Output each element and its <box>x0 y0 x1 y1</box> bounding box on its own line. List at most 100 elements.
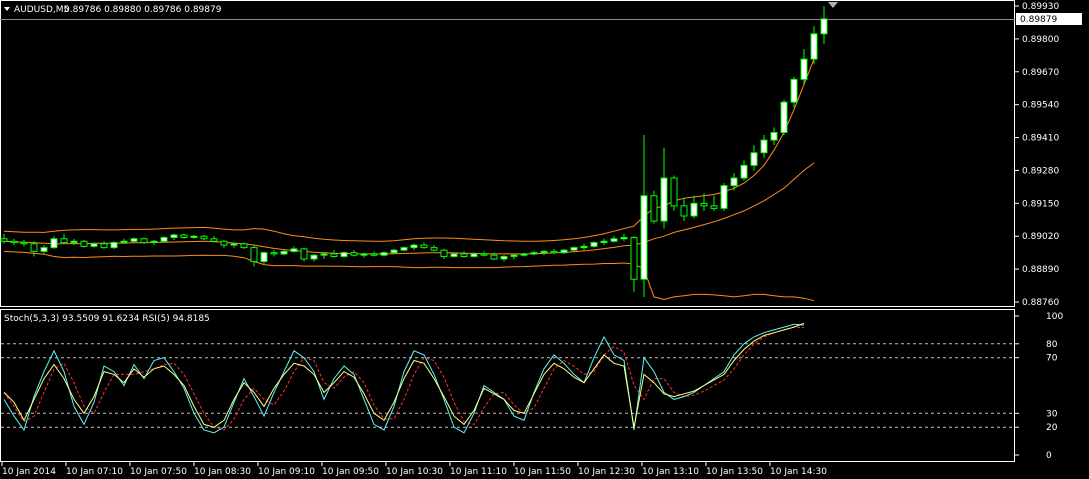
candle-body <box>600 240 608 244</box>
candle-body <box>40 247 48 252</box>
price-tick-label: 0.88890 <box>1022 265 1059 275</box>
candle-body <box>660 177 668 222</box>
candle-body <box>180 234 188 238</box>
price-tick-label: 0.88760 <box>1022 298 1059 308</box>
candle-body <box>280 250 288 255</box>
candle-body <box>510 254 518 257</box>
candle-body <box>420 244 428 249</box>
candle-body <box>350 252 358 256</box>
candle-body <box>590 242 598 247</box>
candle-body <box>90 243 98 247</box>
candle-body <box>160 236 168 242</box>
candle-body <box>520 253 528 256</box>
time-tick-label: 10 Jan 09:10 <box>258 467 315 477</box>
price-tick-label: 0.89150 <box>1022 199 1059 209</box>
time-tick-label: 10 Jan 11:10 <box>450 467 507 477</box>
time-tick-label: 10 Jan 12:30 <box>578 467 635 477</box>
candle-body <box>760 139 768 154</box>
time-tick-label: 10 Jan 09:50 <box>322 467 379 477</box>
candle-body <box>620 236 628 240</box>
candle-body <box>410 244 418 249</box>
candle-body <box>750 152 758 166</box>
candle-body <box>730 177 738 187</box>
candle-body <box>130 238 138 242</box>
price-tick-label: 0.89280 <box>1022 166 1059 176</box>
price-tick-label: 0.89930 <box>1022 2 1059 12</box>
candle-body <box>530 252 538 255</box>
candle-body <box>490 254 498 260</box>
candle-body <box>630 236 638 280</box>
candle-body <box>550 250 558 254</box>
candle-body <box>20 242 28 245</box>
candle-body <box>140 238 148 244</box>
candle-body <box>120 240 128 244</box>
level-label: 70 <box>1046 354 1058 364</box>
time-tick-label: 10 Jan 13:10 <box>642 467 699 477</box>
price-tick-label: 0.89540 <box>1022 101 1059 111</box>
candle-body <box>720 185 728 209</box>
candle-body <box>340 252 348 257</box>
candle-body <box>210 238 218 242</box>
candle-body <box>400 247 408 251</box>
candle-body <box>670 177 678 207</box>
candle-body <box>440 249 448 257</box>
candle-body <box>220 240 228 246</box>
time-tick-label: 10 Jan 07:10 <box>66 467 123 477</box>
price-tick-label: 0.89410 <box>1022 134 1059 144</box>
time-tick-label: 10 Jan 2014 <box>2 467 56 477</box>
candle-body <box>370 253 378 256</box>
level-label: 20 <box>1046 423 1058 433</box>
candle-body <box>170 234 178 238</box>
candle-body <box>800 58 808 80</box>
candle-body <box>650 195 658 222</box>
candle-body <box>560 249 568 254</box>
candle-body <box>30 243 38 252</box>
candle-body <box>580 245 588 249</box>
chart-window[interactable]: AUDUSD,M5 0.89786 0.89880 0.89786 0.8987… <box>0 0 1089 479</box>
candle-body <box>380 252 388 256</box>
candle-body <box>820 18 828 35</box>
candle-body <box>480 253 488 256</box>
price-tick-label: 0.89800 <box>1022 35 1059 45</box>
symbol-label: AUDUSD,M5 <box>14 5 69 15</box>
candle-body <box>640 195 648 280</box>
current-price-label: 0.89879 <box>1020 15 1057 25</box>
candle-body <box>810 33 818 60</box>
candle-body <box>100 243 108 249</box>
candle-body <box>540 250 548 254</box>
candle-body <box>0 238 8 242</box>
candle-body <box>260 252 268 263</box>
candle-body <box>390 249 398 254</box>
candle-body <box>680 205 688 217</box>
candle-body <box>330 253 338 257</box>
time-tick-label: 10 Jan 10:30 <box>386 467 443 477</box>
candle-body <box>430 247 438 251</box>
time-tick-label: 10 Jan 13:50 <box>706 467 763 477</box>
time-tick-label: 10 Jan 14:30 <box>770 467 827 477</box>
candle-body <box>470 253 478 257</box>
candle-body <box>740 164 748 179</box>
candle-body <box>110 242 118 249</box>
time-tick-label: 10 Jan 08:30 <box>194 467 251 477</box>
indicator-legend: Stoch(5,3,3) 93.5509 91.6234 RSI(5) 94.8… <box>4 314 210 324</box>
candle-body <box>300 248 308 260</box>
candle-body <box>310 254 318 260</box>
level-label: 80 <box>1046 340 1058 350</box>
candle-body <box>270 252 278 255</box>
candle-body <box>10 240 18 244</box>
candle-body <box>700 202 708 207</box>
candle-body <box>460 253 468 257</box>
candle-body <box>500 255 508 260</box>
candle-body <box>570 247 578 251</box>
candle-body <box>790 78 798 103</box>
ohlc-values: 0.89786 0.89880 0.89786 0.89879 <box>64 5 222 15</box>
candle-body <box>450 253 458 257</box>
price-tick-label: 0.89020 <box>1022 232 1059 242</box>
level-label: 100 <box>1046 312 1063 322</box>
candle-body <box>80 240 88 247</box>
price-tick-label: 0.89670 <box>1022 68 1059 78</box>
candle-body <box>150 240 158 244</box>
candle-body <box>230 243 238 246</box>
candle-body <box>50 238 58 249</box>
candle-body <box>690 202 698 217</box>
